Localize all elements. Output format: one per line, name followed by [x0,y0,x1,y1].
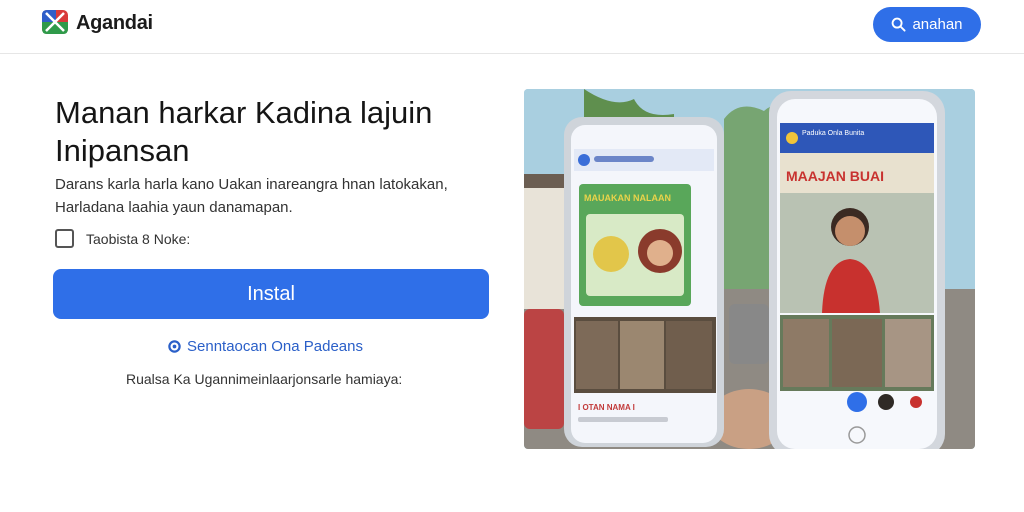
page-headline: Manan harkar Kadina lajuin Inipansan [55,95,433,168]
flag-logo-icon[interactable] [40,7,70,37]
consent-checkbox[interactable] [55,229,74,248]
left-phone-banner: MAUAKAN NALAAN [584,193,671,203]
top-bar: Agandai anahan [0,0,1024,54]
footnote-text: Rualsa Ka Ugannimeinlaarjonsarle hamiaya… [126,371,403,387]
secondary-link[interactable]: Senntaocan Ona Padeans [168,338,363,355]
hero-image: MAUAKAN NALAAN I OTAN NAMA I Paduka Onla… [524,89,975,449]
right-phone-title: Paduka Onla Bunita [802,130,864,137]
install-button[interactable]: Instal [53,269,489,319]
right-phone-banner: MAAJAN BUAI [786,168,884,184]
brand-name[interactable]: Agandai [76,12,153,35]
header-action-label: anahan [912,16,963,33]
link-icon [168,340,181,353]
secondary-link-label: Senntaocan Ona Padeans [187,338,363,355]
page-description: Darans karla harla kano Uakan inareangra… [55,176,448,216]
consent-row: Taobista 8 Noke: [55,229,190,248]
header-action-button[interactable]: anahan [873,7,981,42]
left-phone-caption: I OTAN NAMA I [578,403,635,412]
consent-label: Taobista 8 Noke: [86,230,191,247]
search-icon [892,17,906,32]
hero-illustration: MAUAKAN NALAAN I OTAN NAMA I Paduka Onla… [524,89,975,449]
